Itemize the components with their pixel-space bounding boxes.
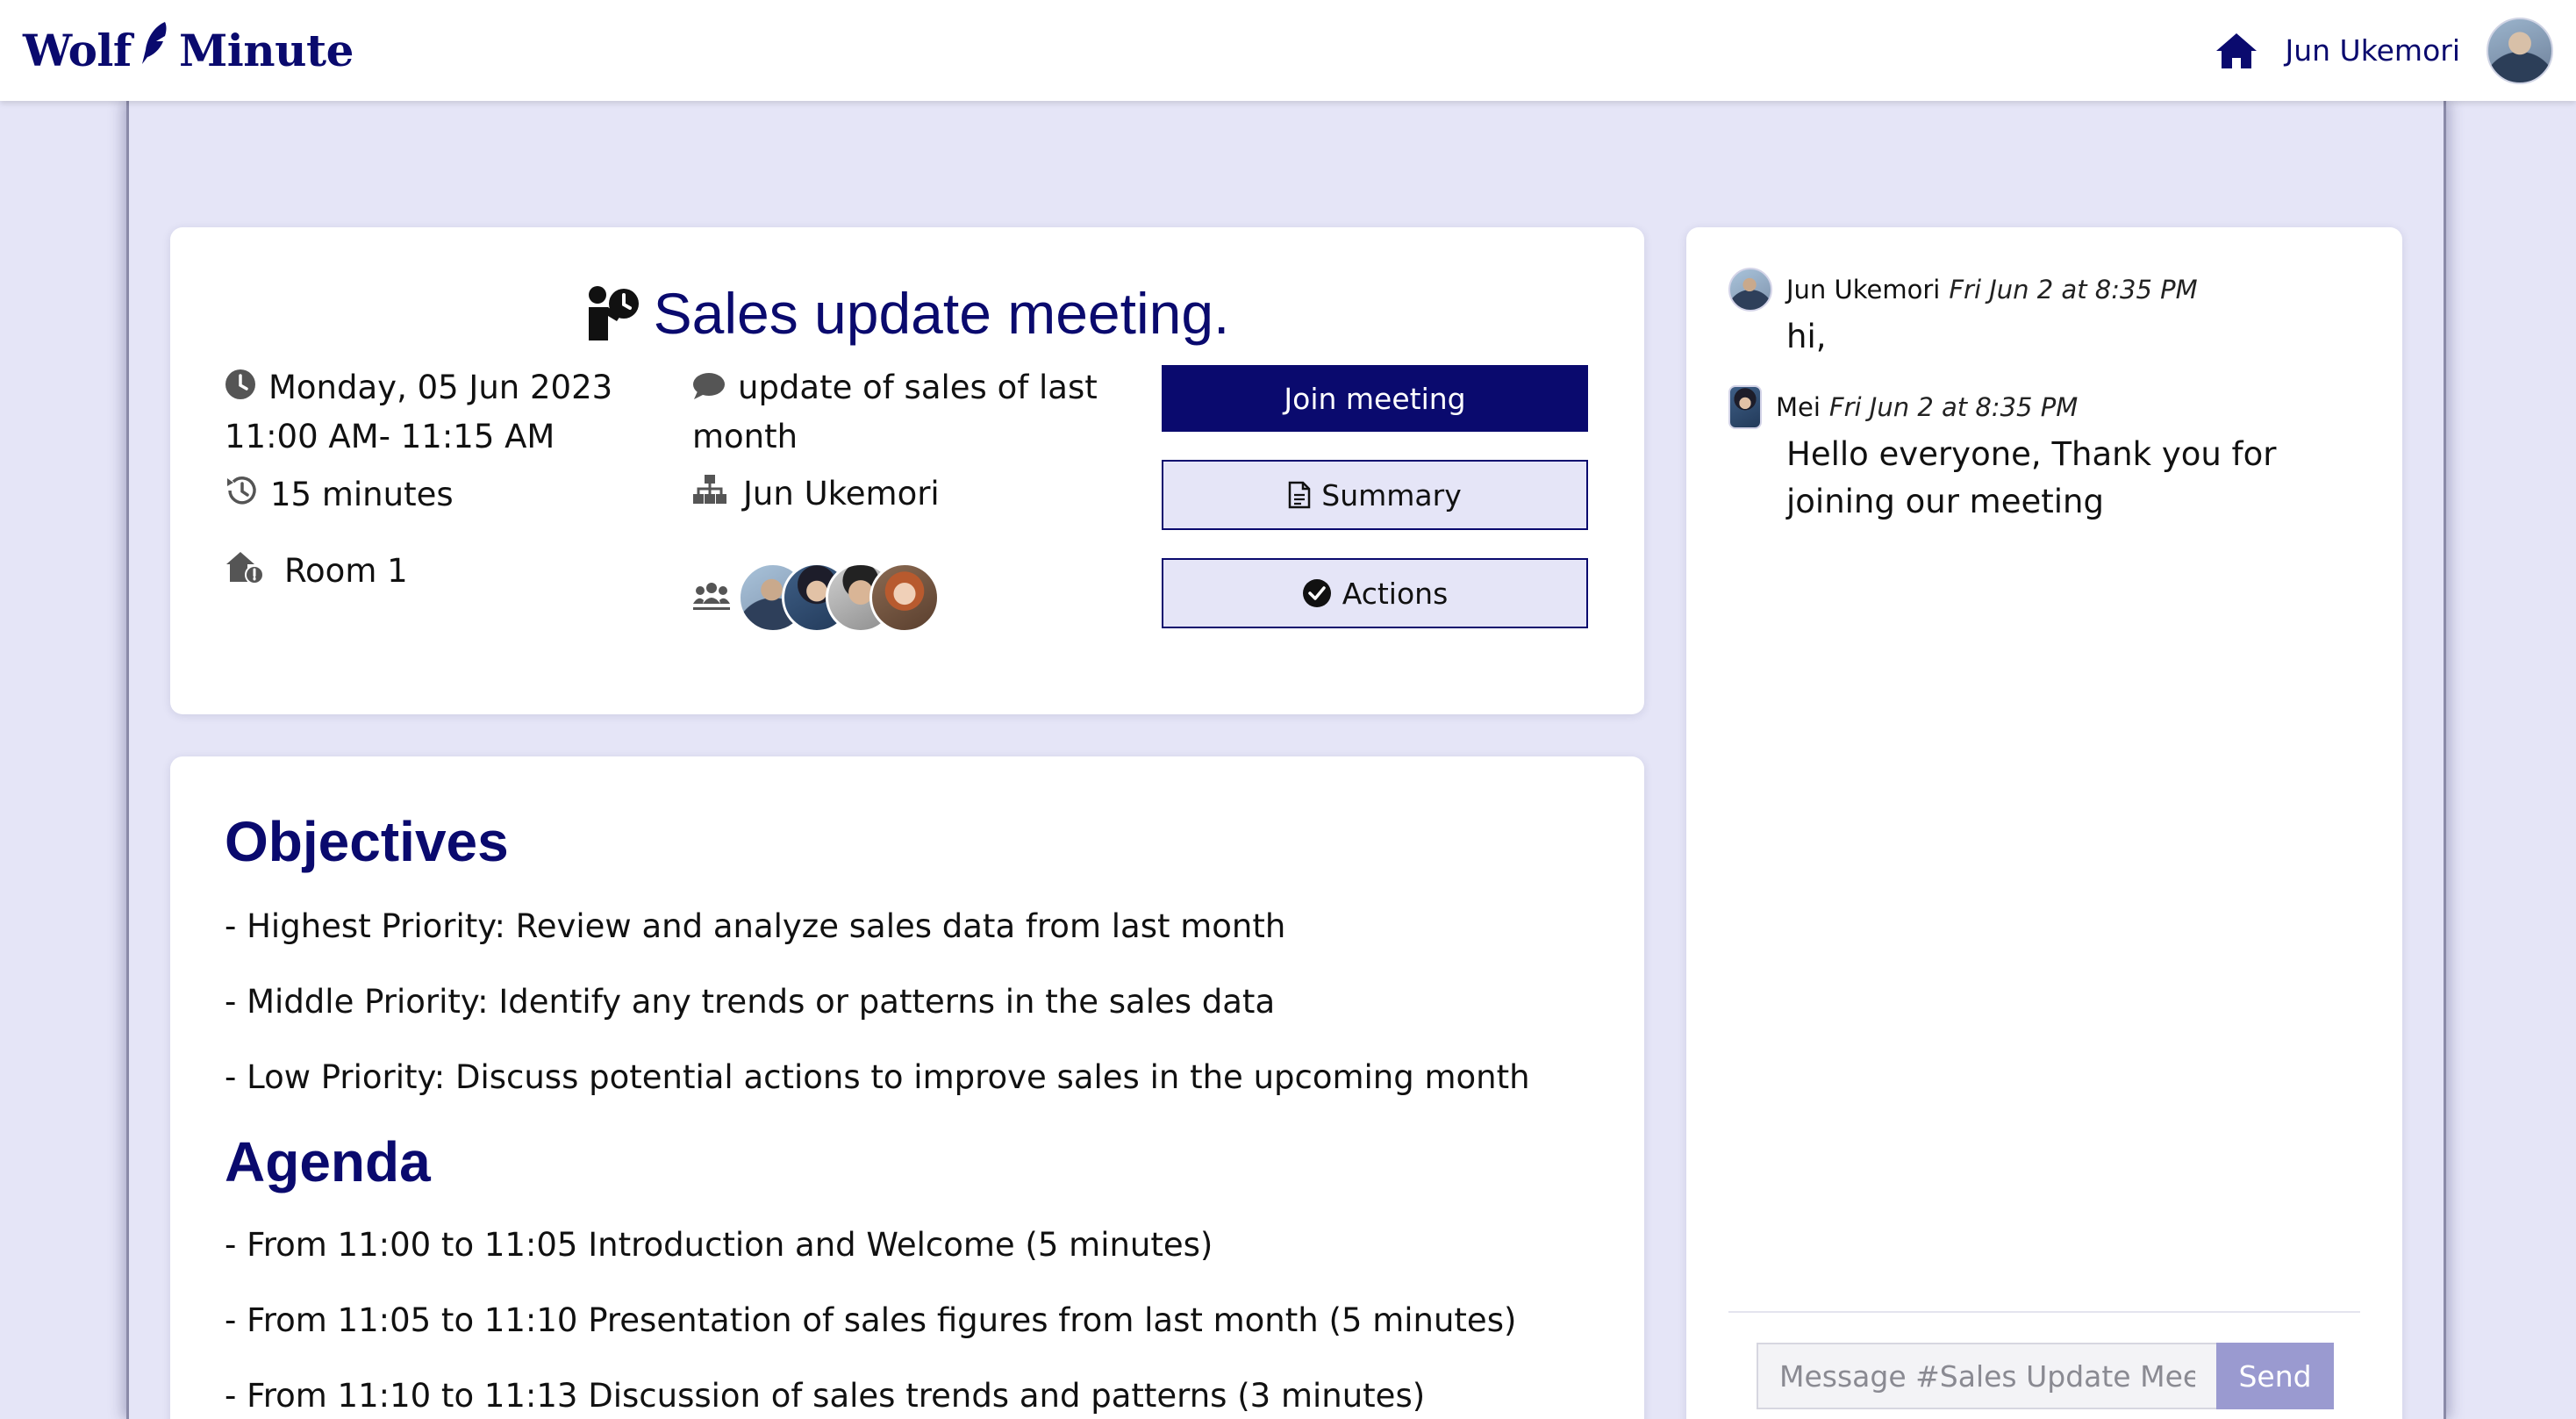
chat-message: Jun Ukemori Fri Jun 2 at 8:35 PM hi, xyxy=(1728,268,2378,361)
meeting-duration: 15 minutes xyxy=(270,476,454,513)
agenda-item: - From 11:10 to 11:13 Discussion of sale… xyxy=(225,1377,1426,1415)
chat-message-meta: Mei Fri Jun 2 at 8:35 PM xyxy=(1776,392,2078,422)
avatar[interactable] xyxy=(869,563,940,633)
join-meeting-label: Join meeting xyxy=(1284,381,1466,416)
clock-icon xyxy=(225,366,256,413)
meeting-description: update of sales of last month xyxy=(692,369,1098,455)
actions-button[interactable]: Actions xyxy=(1162,558,1588,628)
chat-message-time: Fri Jun 2 at 8:35 PM xyxy=(1949,275,2198,305)
meeting-room: Room 1 xyxy=(284,552,408,590)
chat-composer: Send xyxy=(1757,1343,2334,1409)
meeting-info-card: Sales update meeting. Monday, 05 Jun 202… xyxy=(170,227,1644,714)
send-button[interactable]: Send xyxy=(2216,1343,2334,1409)
agenda-item: - From 11:00 to 11:05 Introduction and W… xyxy=(225,1226,1213,1264)
meeting-date: Monday, 05 Jun 2023 xyxy=(268,369,613,406)
avatar[interactable] xyxy=(2487,17,2553,84)
page-title: Sales update meeting. xyxy=(653,281,1230,346)
chat-divider xyxy=(1728,1311,2360,1313)
chat-message-input[interactable] xyxy=(1757,1343,2216,1409)
agenda-item: - From 11:05 to 11:10 Presentation of sa… xyxy=(225,1301,1517,1339)
brand-logo[interactable]: Wolf Minute xyxy=(23,21,354,76)
sitemap-icon xyxy=(692,475,727,512)
room-alert-icon xyxy=(225,550,265,591)
join-meeting-button[interactable]: Join meeting xyxy=(1162,365,1588,432)
history-icon xyxy=(225,475,258,514)
meeting-organizer-block: Jun Ukemori xyxy=(692,475,940,512)
chat-message-text: Hello everyone, Thank you for joining ou… xyxy=(1786,435,2277,520)
chat-message-author: Mei xyxy=(1776,392,1821,422)
comment-icon xyxy=(692,366,726,413)
meeting-details-card: Objectives - Highest Priority: Review an… xyxy=(170,756,1644,1419)
chat-message: Mei Fri Jun 2 at 8:35 PM Hello everyone, … xyxy=(1728,385,2378,526)
document-icon xyxy=(1289,481,1311,509)
brand-name-right: Minute xyxy=(178,25,354,76)
users-icon xyxy=(692,581,731,614)
summary-label: Summary xyxy=(1321,477,1462,512)
brand-name-left: Wolf xyxy=(23,25,132,76)
meeting-room-block: Room 1 xyxy=(225,550,408,591)
summary-button[interactable]: Summary xyxy=(1162,460,1588,530)
meeting-date-block: Monday, 05 Jun 2023 11:00 AM- 11:15 AM xyxy=(225,364,646,461)
meeting-title-row: Sales update meeting. xyxy=(170,280,1644,347)
objective-item: - Middle Priority: Identify any trends o… xyxy=(225,983,1276,1021)
meeting-participants xyxy=(692,563,940,633)
check-circle-icon xyxy=(1302,579,1331,607)
chat-message-author: Jun Ukemori xyxy=(1786,275,1941,305)
chat-message-header: Jun Ukemori Fri Jun 2 at 8:35 PM xyxy=(1728,268,2378,312)
meeting-duration-block: 15 minutes xyxy=(225,475,454,514)
objectives-title: Objectives xyxy=(225,810,509,873)
chat-message-time: Fri Jun 2 at 8:35 PM xyxy=(1828,392,2079,422)
chat-message-meta: Jun Ukemori Fri Jun 2 at 8:35 PM xyxy=(1786,275,2198,305)
meeting-time: 11:00 AM- 11:15 AM xyxy=(225,417,555,455)
agenda-title: Agenda xyxy=(225,1130,431,1193)
avatar xyxy=(1728,385,1762,429)
nav-user-area: Jun Ukemori xyxy=(2215,17,2553,84)
presenter-clock-icon xyxy=(588,286,639,340)
meeting-description-block: update of sales of last month xyxy=(692,364,1131,461)
objective-item: - Highest Priority: Review and analyze s… xyxy=(225,907,1286,945)
actions-label: Actions xyxy=(1342,576,1449,611)
chat-message-header: Mei Fri Jun 2 at 8:35 PM xyxy=(1728,385,2378,429)
top-navbar: Wolf Minute Jun Ukemori xyxy=(0,0,2576,101)
home-icon[interactable] xyxy=(2215,32,2258,70)
chat-panel: Jun Ukemori Fri Jun 2 at 8:35 PM hi, Mei F… xyxy=(1686,227,2402,1419)
objective-item: - Low Priority: Discuss potential action… xyxy=(225,1058,1530,1096)
meeting-organizer: Jun Ukemori xyxy=(743,475,940,512)
avatar xyxy=(1728,268,1772,312)
quill-icon xyxy=(141,21,167,64)
chat-message-text: hi, xyxy=(1786,318,1827,355)
participant-avatars xyxy=(738,563,940,633)
nav-user-name[interactable]: Jun Ukemori xyxy=(2285,33,2460,68)
